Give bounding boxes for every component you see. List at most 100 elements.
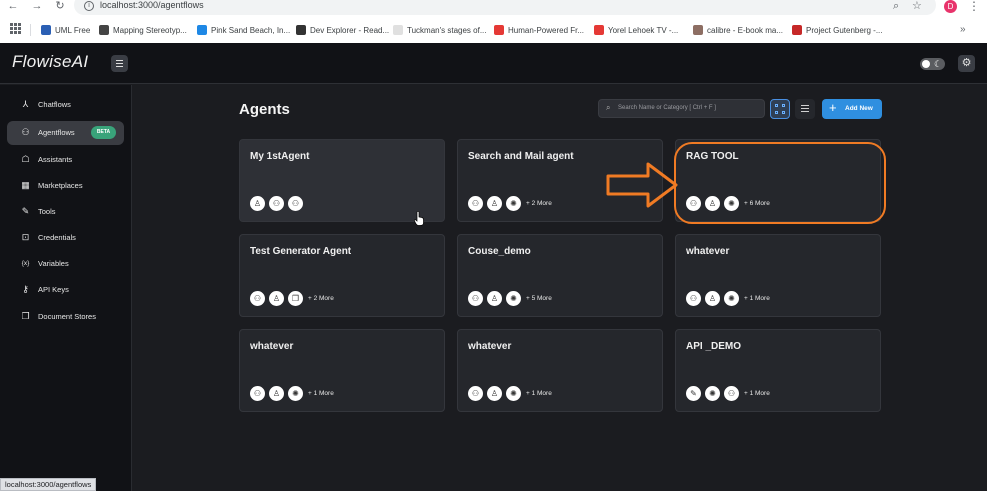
add-new-label: Add New xyxy=(845,105,873,112)
agent-icon: ⚇ xyxy=(468,386,483,401)
bookmark-item[interactable]: Mapping Stereotyp... xyxy=(99,24,187,36)
more-count: + 1 More xyxy=(744,295,770,302)
card-title: whatever xyxy=(468,341,512,352)
search-input[interactable]: ⌕ Search Name or Category [ Ctrl + F ] xyxy=(598,99,765,118)
list-icon xyxy=(801,105,809,106)
theme-toggle[interactable]: ☾ xyxy=(920,58,945,70)
openai-icon: ✺ xyxy=(724,291,739,306)
sidebar-item-agentflows[interactable]: ⚇ Agentflows BETA xyxy=(7,121,124,145)
apps-grid-icon[interactable] xyxy=(10,23,21,34)
bookmark-label: UML Free xyxy=(55,25,91,35)
bookmark-favicon xyxy=(594,25,604,35)
bookmark-item[interactable]: Tuckman's stages of... xyxy=(393,24,486,36)
address-bar-row: ← → ↻ i localhost:3000/agentflows ⌕ ☆ D … xyxy=(0,0,987,15)
agent-icon: ⚇ xyxy=(250,291,265,306)
agent-card[interactable]: whatever ⚇ ♙ ✺ + 1 More xyxy=(457,329,663,412)
person-icon: ♙ xyxy=(487,291,502,306)
agent-card[interactable]: Couse_demo ⚇ ♙ ✺ + 5 More xyxy=(457,234,663,317)
tool-icon: ✎ xyxy=(21,206,30,216)
sidebar-item-label: Tools xyxy=(38,207,56,216)
sidebar-item-credentials[interactable]: ⊡ Credentials xyxy=(7,226,124,250)
store-icon: ▦ xyxy=(21,180,30,190)
sidebar-item-label: Document Stores xyxy=(38,312,96,321)
list-view-button[interactable] xyxy=(795,99,815,119)
openai-icon: ✺ xyxy=(506,196,521,211)
sidebar-item-label: Credentials xyxy=(38,233,76,242)
sidebar-item-document-stores[interactable]: ❐ Document Stores xyxy=(7,305,124,329)
person-icon: ♙ xyxy=(250,196,265,211)
robot-icon: ☖ xyxy=(21,154,30,164)
bookmark-label: Dev Explorer - Read... xyxy=(310,25,390,35)
bookmarks-overflow-icon[interactable]: » xyxy=(960,24,966,35)
sidebar-item-marketplaces[interactable]: ▦ Marketplaces xyxy=(7,174,124,198)
url-text[interactable]: localhost:3000/agentflows xyxy=(100,0,204,10)
sidebar-item-label: Marketplaces xyxy=(38,181,83,190)
sidebar-item-label: API Keys xyxy=(38,285,69,294)
agent-icon: ⚇ xyxy=(288,196,303,211)
card-node-icons: ⚇ ♙ ✺ + 1 More xyxy=(468,386,552,401)
bookmark-item[interactable]: Yorel Lehoek TV -... xyxy=(594,24,678,36)
tool-icon: ✎ xyxy=(686,386,701,401)
sidebar-item-variables[interactable]: {x} Variables xyxy=(7,252,124,276)
app-logo[interactable]: FlowiseAI xyxy=(12,52,88,72)
bookmark-star-icon[interactable]: ☆ xyxy=(912,0,922,12)
agent-card[interactable]: whatever ⚇ ♙ ✺ + 1 More xyxy=(675,234,881,317)
card-node-icons: ✎ ✺ ⚇ + 1 More xyxy=(686,386,770,401)
sidebar: ⅄ Chatflows ⚇ Agentflows BETA ☖ Assistan… xyxy=(0,85,132,491)
forward-icon[interactable]: → xyxy=(30,0,44,14)
more-count: + 2 More xyxy=(308,295,334,302)
back-icon[interactable]: ← xyxy=(6,0,20,14)
person-icon: ♙ xyxy=(269,386,284,401)
bookmark-item[interactable]: calibre - E-book ma... xyxy=(693,24,783,36)
agent-icon: ⚇ xyxy=(686,291,701,306)
grid-view-button[interactable] xyxy=(770,99,790,119)
bookmark-item[interactable]: UML Free xyxy=(41,24,90,36)
more-count: + 2 More xyxy=(526,200,552,207)
page-title: Agents xyxy=(239,101,290,118)
bookmark-item[interactable]: Dev Explorer - Read... xyxy=(296,24,389,36)
bookmark-favicon xyxy=(197,25,207,35)
bookmark-favicon xyxy=(494,25,504,35)
card-title: API _DEMO xyxy=(686,341,742,352)
agent-card[interactable]: Test Generator Agent ⚇ ♙ ❐ + 2 More xyxy=(239,234,445,317)
sidebar-item-assistants[interactable]: ☖ Assistants xyxy=(7,148,124,172)
browser-menu-icon[interactable]: ⋮ xyxy=(968,0,980,13)
sidebar-item-api-keys[interactable]: ⚷ API Keys xyxy=(7,278,124,302)
agent-icon: ⚇ xyxy=(468,291,483,306)
agent-card[interactable]: whatever ⚇ ♙ ✺ + 1 More xyxy=(239,329,445,412)
agent-card[interactable]: API _DEMO ✎ ✺ ⚇ + 1 More xyxy=(675,329,881,412)
card-node-icons: ♙ ⚇ ⚇ xyxy=(250,196,303,211)
add-new-button[interactable]: + Add New xyxy=(822,99,882,119)
sidebar-item-tools[interactable]: ✎ Tools xyxy=(7,200,124,224)
reload-icon[interactable]: ↻ xyxy=(53,0,67,14)
person-icon: ♙ xyxy=(269,291,284,306)
zoom-icon[interactable]: ⌕ xyxy=(893,0,899,12)
site-info-icon[interactable]: i xyxy=(84,1,94,11)
main-content: Agents ⌕ Search Name or Category [ Ctrl … xyxy=(133,85,987,491)
card-title: Test Generator Agent xyxy=(250,246,352,257)
card-node-icons: ⚇ ♙ ✺ + 5 More xyxy=(468,291,552,306)
hamburger-menu-button[interactable] xyxy=(111,55,128,72)
bookmark-label: Project Gutenberg -... xyxy=(806,25,883,35)
address-bar[interactable]: i localhost:3000/agentflows xyxy=(74,0,936,15)
sidebar-item-label: Chatflows xyxy=(38,100,71,109)
bookmark-item[interactable]: Human-Powered Fr... xyxy=(494,24,584,36)
bookmark-item[interactable]: Project Gutenberg -... xyxy=(792,24,882,36)
bookmarks-divider xyxy=(30,24,31,36)
profile-avatar[interactable]: D xyxy=(944,0,957,13)
moon-icon: ☾ xyxy=(934,59,943,69)
bookmark-label: Pink Sand Beach, In... xyxy=(211,25,291,35)
card-title: Search and Mail agent xyxy=(468,151,574,162)
openai-icon: ✺ xyxy=(506,291,521,306)
sidebar-item-chatflows[interactable]: ⅄ Chatflows xyxy=(7,93,124,117)
variable-icon: {x} xyxy=(21,260,30,267)
card-node-icons: ⚇ ♙ ✺ + 1 More xyxy=(250,386,334,401)
beta-badge: BETA xyxy=(91,126,116,139)
bookmark-item[interactable]: Pink Sand Beach, In... xyxy=(197,24,290,36)
settings-gear-icon[interactable]: ⚙ xyxy=(958,55,975,72)
card-title: whatever xyxy=(250,341,294,352)
card-title: Couse_demo xyxy=(468,246,531,257)
agent-card[interactable]: My 1stAgent ♙ ⚇ ⚇ xyxy=(239,139,445,222)
agent-icon: ⚇ xyxy=(468,196,483,211)
card-node-icons: ⚇ ♙ ❐ + 2 More xyxy=(250,291,334,306)
